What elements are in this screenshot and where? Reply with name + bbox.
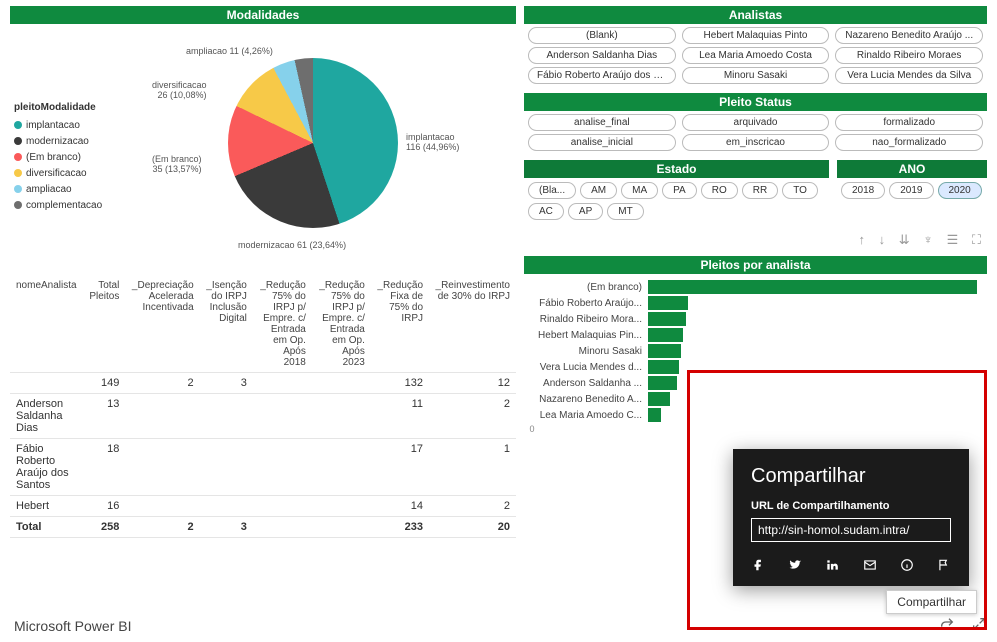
col-header: _Redução Fixa de 75% do IRPJ [371, 276, 429, 373]
filter-pill[interactable]: Anderson Saldanha Dias [528, 47, 676, 64]
brand-label: Microsoft Power BI [14, 618, 131, 634]
estado-pill[interactable]: RR [742, 182, 778, 199]
info-icon[interactable] [900, 556, 914, 572]
pie-label-branco: (Em branco) 35 (13,57%) [152, 154, 202, 174]
share-title: Compartilhar [751, 465, 951, 488]
focus-icon[interactable]: ⛶ [972, 232, 981, 247]
filter-pill[interactable]: analise_final [528, 114, 676, 131]
flag-icon[interactable] [937, 556, 951, 572]
bars-header: Pleitos por analista [524, 256, 987, 274]
ano-header: ANO [837, 160, 987, 178]
linkedin-icon[interactable] [825, 556, 839, 572]
estado-pill[interactable]: TO [782, 182, 818, 199]
bar-row[interactable]: Nazareno Benedito A... [532, 392, 979, 406]
analistas-table[interactable]: nomeAnalistaTotal Pleitos_Depreciação Ac… [10, 276, 516, 538]
pie-chart[interactable]: pleitoModalidade implantacao modernizaca… [10, 24, 516, 270]
filter-pill[interactable]: analise_inicial [528, 134, 676, 151]
col-header: Total Pleitos [83, 276, 125, 373]
estado-pill[interactable]: PA [662, 182, 697, 199]
pie-label-implantacao: implantacao 116 (44,96%) [406, 132, 459, 152]
table-row[interactable]: Hebert16142 [10, 496, 516, 517]
filter-pill[interactable]: Fábio Roberto Araújo dos S... [528, 67, 676, 84]
legend-title: pleitoModalidade [14, 100, 102, 116]
col-header: _Reinvestimento de 30% do IRPJ [429, 276, 516, 373]
col-header: _Redução 75% do IRPJ p/ Empre. c/ Entrad… [312, 276, 371, 373]
col-header: _Depreciação Acelerada Incentivada [125, 276, 199, 373]
table-row[interactable]: Anderson Saldanha Dias13112 [10, 394, 516, 439]
fullscreen-button[interactable] [971, 616, 987, 636]
share-tooltip: Compartilhar [886, 590, 977, 614]
expand-down-icon[interactable]: ⇊ [899, 232, 910, 247]
filter-pill[interactable]: em_inscricao [682, 134, 830, 151]
col-header: nomeAnalista [10, 276, 83, 373]
pie-label-modernizacao: modernizacao 61 (23,64%) [238, 240, 346, 250]
drill-down-icon[interactable]: ↓ [879, 232, 886, 247]
ano-pill[interactable]: 2018 [841, 182, 885, 199]
pie-label-diversificacao: diversificacao 26 (10,08%) [152, 80, 207, 100]
estado-pill[interactable]: MT [607, 203, 643, 220]
filter-pill[interactable]: Rinaldo Ribeiro Moraes [835, 47, 983, 64]
ano-pill[interactable]: 2020 [938, 182, 982, 199]
estado-pill[interactable]: AM [580, 182, 617, 199]
visual-toolbar: ↑ ↓ ⇊ ♆ ☰ ⛶ [524, 230, 987, 250]
estado-pill[interactable]: AC [528, 203, 564, 220]
col-header: _Isenção do IRPJ Inclusão Digital [200, 276, 253, 373]
bar-row[interactable]: Anderson Saldanha ... [532, 376, 979, 390]
filter-pill[interactable]: Vera Lucia Mendes da Silva [835, 67, 983, 84]
bar-chart[interactable]: (Em branco) Fábio Roberto Araújo... Rinald… [524, 274, 987, 428]
filter-pill[interactable]: (Blank) [528, 27, 676, 44]
bar-row[interactable]: Fábio Roberto Araújo... [532, 296, 979, 310]
ano-pill[interactable]: 2019 [889, 182, 933, 199]
filter-pill[interactable]: Nazareno Benedito Araújo ... [835, 27, 983, 44]
filter-pill[interactable]: Lea Maria Amoedo Costa [682, 47, 830, 64]
status-header: Pleito Status [524, 93, 987, 111]
bar-row[interactable]: Minoru Sasaki [532, 344, 979, 358]
drill-up-icon[interactable]: ↑ [858, 232, 865, 247]
filter-pill[interactable]: Hebert Malaquias Pinto [682, 27, 830, 44]
bar-row[interactable]: (Em branco) [532, 280, 979, 294]
filter-icon[interactable]: ☰ [947, 232, 959, 247]
share-subtitle: URL de Compartilhamento [751, 500, 951, 512]
filter-pill[interactable]: formalizado [835, 114, 983, 131]
col-header: _Redução 75% do IRPJ p/ Empre. c/ Entrad… [253, 276, 312, 373]
table-row[interactable]: Fábio Roberto Araújo dos Santos18171 [10, 439, 516, 496]
estado-header: Estado [524, 160, 829, 178]
facebook-icon[interactable] [751, 556, 765, 572]
filter-pill[interactable]: arquivado [682, 114, 830, 131]
pie-legend: pleitoModalidade implantacao modernizaca… [14, 100, 102, 214]
email-icon[interactable] [863, 556, 877, 572]
analistas-header: Analistas [524, 6, 987, 24]
bar-row[interactable]: Vera Lucia Mendes d... [532, 360, 979, 374]
estado-pill[interactable]: RO [701, 182, 738, 199]
share-url-input[interactable] [751, 518, 951, 542]
twitter-icon[interactable] [788, 556, 802, 572]
share-button[interactable] [939, 616, 955, 636]
pie-label-ampliacao: ampliacao 11 (4,26%) [186, 46, 273, 56]
table-row[interactable]: 1492313212 [10, 373, 516, 394]
bar-row[interactable]: Hebert Malaquias Pin... [532, 328, 979, 342]
filter-pill[interactable]: nao_formalizado [835, 134, 983, 151]
share-panel: Compartilhar URL de Compartilhamento [733, 449, 969, 586]
estado-pill[interactable]: (Bla... [528, 182, 576, 199]
pie-slices[interactable] [228, 58, 398, 228]
estado-pill[interactable]: AP [568, 203, 603, 220]
filter-pill[interactable]: Minoru Sasaki [682, 67, 830, 84]
modalidades-header: Modalidades [10, 6, 516, 24]
estado-pill[interactable]: MA [621, 182, 658, 199]
hierarchy-icon[interactable]: ♆ [923, 232, 933, 247]
bar-row[interactable]: Lea Maria Amoedo C... [532, 408, 979, 422]
bar-row[interactable]: Rinaldo Ribeiro Mora... [532, 312, 979, 326]
